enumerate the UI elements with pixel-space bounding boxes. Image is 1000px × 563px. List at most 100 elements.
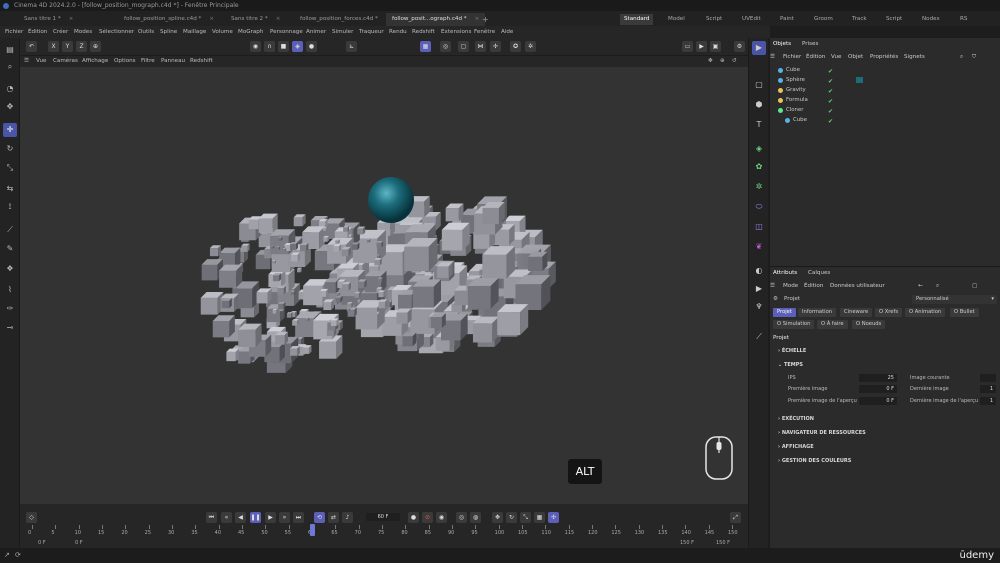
timeline-scale-icon[interactable]: ⤢ bbox=[730, 512, 741, 523]
snap-icon[interactable]: ⊾ bbox=[346, 41, 357, 52]
preset-dropdown[interactable]: Personnalisé ▾ bbox=[912, 295, 997, 304]
object-row[interactable]: Cube ✔ bbox=[770, 65, 1000, 75]
attr-menu-edition[interactable]: Édition bbox=[804, 283, 823, 289]
add-tab-button[interactable]: + bbox=[476, 13, 495, 26]
keyframe-icon[interactable]: ◇ bbox=[26, 512, 37, 523]
search-icon[interactable]: ⌕ bbox=[3, 60, 17, 74]
menu-animer[interactable]: Animer bbox=[306, 26, 326, 38]
menu-edition[interactable]: Édition bbox=[28, 26, 47, 38]
guide-icon[interactable]: ✢ bbox=[490, 41, 501, 52]
layout-model[interactable]: Model bbox=[668, 14, 685, 25]
light-icon[interactable]: ♆ bbox=[752, 300, 766, 314]
scale-key-icon[interactable]: ⤡ bbox=[520, 512, 531, 523]
menu-fenetre[interactable]: Fenêtre bbox=[474, 26, 495, 38]
next-key-icon[interactable]: » bbox=[279, 512, 290, 523]
close-icon[interactable]: × bbox=[276, 16, 281, 22]
menu-creer[interactable]: Créer bbox=[53, 26, 68, 38]
menu-aide[interactable]: Aide bbox=[501, 26, 513, 38]
scale-icon[interactable]: ⤡ bbox=[3, 161, 17, 175]
paint-icon[interactable]: ✎ bbox=[3, 242, 17, 256]
layout-standard[interactable]: Standard bbox=[620, 14, 654, 25]
section-execution[interactable]: › EXÉCUTION bbox=[778, 416, 814, 422]
camera-icon[interactable]: ◐ bbox=[752, 264, 766, 278]
render-view-icon[interactable]: ◉ bbox=[250, 41, 261, 52]
model-mode-icon[interactable]: ◈ bbox=[292, 41, 303, 52]
doc-tab-4[interactable]: follow_position_forces.c4d *× bbox=[294, 13, 396, 26]
range-icon[interactable]: ⇄ bbox=[328, 512, 339, 523]
chip-projet[interactable]: Projet bbox=[773, 308, 796, 317]
points-mode-icon[interactable]: ● bbox=[306, 41, 317, 52]
generator-icon[interactable]: ◈ bbox=[752, 142, 766, 156]
prev-frame-icon[interactable]: ◀ bbox=[235, 512, 246, 523]
attr-menu-mode[interactable]: Mode bbox=[783, 283, 798, 289]
derniere-apercu-field[interactable]: 1 bbox=[980, 397, 996, 405]
transfer-icon[interactable]: ⇆ bbox=[3, 182, 17, 196]
image-courante-field[interactable] bbox=[980, 374, 996, 382]
go-start-icon[interactable]: ⏮ bbox=[206, 512, 217, 523]
deformer-icon[interactable]: ⬭ bbox=[752, 200, 766, 214]
mograph-icon[interactable]: ❖ bbox=[3, 262, 17, 276]
points-key-icon[interactable]: ▦ bbox=[534, 512, 545, 523]
obj-menu-objet[interactable]: Objet bbox=[848, 54, 863, 60]
grid-snap-icon[interactable]: ▦ bbox=[420, 41, 431, 52]
start-frame-left[interactable]: 0 F bbox=[38, 540, 46, 546]
object-row[interactable]: Formula ✔ bbox=[770, 95, 1000, 105]
chip-bullet[interactable]: O Bullet bbox=[950, 308, 979, 317]
world-coords-icon[interactable]: ⊕ bbox=[90, 41, 101, 52]
chip-animation[interactable]: O Animation bbox=[905, 308, 946, 317]
pla-key-icon[interactable]: ✣ bbox=[548, 512, 559, 523]
pause-icon[interactable]: ❚❚ bbox=[250, 512, 261, 523]
menu-redshift[interactable]: Redshift bbox=[412, 26, 435, 38]
obj-menu-vue[interactable]: Vue bbox=[831, 54, 841, 60]
axis-icon[interactable]: ⟟ bbox=[3, 200, 17, 214]
go-end-icon[interactable]: ⏭ bbox=[293, 512, 304, 523]
move-icon[interactable]: ✛ bbox=[3, 123, 17, 137]
viewport-menu-vue[interactable]: Vue bbox=[36, 56, 46, 67]
layout-rs[interactable]: RS bbox=[960, 14, 967, 25]
section-couleurs[interactable]: › GESTION DES COULEURS bbox=[778, 458, 851, 464]
rotate-icon[interactable]: ↻ bbox=[3, 142, 17, 156]
derniere-image-field[interactable]: 1 bbox=[980, 385, 996, 393]
move-key-icon[interactable]: ✥ bbox=[492, 512, 503, 523]
layout-paint[interactable]: Paint bbox=[780, 14, 794, 25]
settings-icon[interactable]: ✲ bbox=[525, 41, 536, 52]
rotate-key-icon[interactable]: ↻ bbox=[506, 512, 517, 523]
layout-script[interactable]: Script bbox=[706, 14, 722, 25]
premiere-image-field[interactable]: 0 F bbox=[859, 385, 897, 393]
menu-spline[interactable]: Spline bbox=[160, 26, 177, 38]
record-icon[interactable]: ● bbox=[408, 512, 419, 523]
spline-icon[interactable]: ❦ bbox=[752, 240, 766, 254]
effector-icon[interactable]: ✲ bbox=[752, 180, 766, 194]
lock-icon[interactable]: ▢ bbox=[972, 283, 977, 289]
end-frame-left[interactable]: 150 F bbox=[680, 540, 694, 546]
pan-icon[interactable]: ✥ bbox=[708, 56, 713, 67]
chip-information[interactable]: Information bbox=[798, 308, 837, 317]
menu-modes[interactable]: Modes bbox=[74, 26, 92, 38]
chip-xrefs[interactable]: O Xrefs bbox=[875, 308, 903, 317]
axis-x-button[interactable]: X bbox=[48, 41, 59, 52]
orbit-icon[interactable]: ↺ bbox=[732, 56, 737, 67]
section-echelle[interactable]: › ÉCHELLE bbox=[778, 348, 806, 354]
cube-icon[interactable]: ▢ bbox=[752, 78, 766, 92]
loop-icon[interactable]: ⟲ bbox=[314, 512, 325, 523]
prev-key-icon[interactable]: « bbox=[221, 512, 232, 523]
key-icon[interactable]: ◉ bbox=[436, 512, 447, 523]
close-icon[interactable]: × bbox=[69, 16, 74, 22]
ips-field[interactable]: 25 bbox=[859, 374, 897, 382]
symmetry-icon[interactable]: ⋈ bbox=[475, 41, 486, 52]
obj-menu-proprietes[interactable]: Propriétés bbox=[870, 54, 898, 60]
timeline-ruler[interactable]: 0510152025303540455055606570758085909510… bbox=[20, 524, 748, 537]
view-menu-icon[interactable]: ☰ bbox=[24, 56, 29, 67]
chip-simulation[interactable]: O Simulation bbox=[773, 320, 815, 329]
video-camera-icon[interactable]: ▶ bbox=[752, 282, 766, 296]
obj-menu-edition[interactable]: Édition bbox=[806, 54, 825, 60]
menu-selectionner[interactable]: Sélectionner bbox=[99, 26, 134, 38]
layout-track[interactable]: Track bbox=[852, 14, 867, 25]
cursor-icon[interactable]: ▶ bbox=[752, 41, 766, 55]
close-icon[interactable]: × bbox=[209, 16, 214, 22]
chip-cineware[interactable]: Cineware bbox=[840, 308, 873, 317]
pos-key-icon[interactable]: ◎ bbox=[456, 512, 467, 523]
menu-personnage[interactable]: Personnage bbox=[270, 26, 303, 38]
undo-icon[interactable]: ↶ bbox=[26, 41, 37, 52]
material-tag-icon[interactable] bbox=[856, 77, 863, 83]
